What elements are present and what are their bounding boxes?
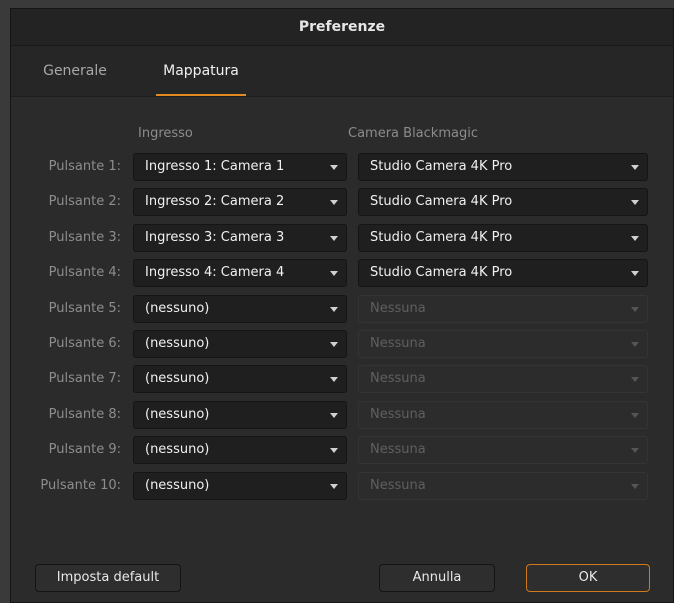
camera-select[interactable]: Studio Camera 4K Pro [358,224,648,252]
chevron-down-icon [631,271,639,276]
mapping-row: Pulsante 4: Ingresso 4: Camera 4 Studio Ca… [11,259,674,287]
input-select[interactable]: Ingresso 4: Camera 4 [133,259,347,287]
preferences-dialog: Preferenze Generale Mappatura Ingresso C… [10,8,674,603]
camera-select: Nessuna [358,472,648,500]
chevron-down-icon [330,484,338,489]
mapping-row: Pulsante 2: Ingresso 2: Camera 2 Studio Ca… [11,188,674,216]
button-label: Pulsante 6: [48,336,121,351]
tab-generale[interactable]: Generale [35,46,115,96]
mapping-row: Pulsante 9: (nessuno) Nessuna [11,436,674,464]
chevron-down-icon [330,377,338,382]
input-select[interactable]: Ingresso 2: Camera 2 [133,188,347,216]
chevron-down-icon [330,271,338,276]
chevron-down-icon [330,413,338,418]
input-select[interactable]: Ingresso 3: Camera 3 [133,224,347,252]
mapping-row: Pulsante 1: Ingresso 1: Camera 1 Studio Ca… [11,153,674,181]
input-select[interactable]: (nessuno) [133,365,347,393]
mapping-row: Pulsante 7: (nessuno) Nessuna [11,365,674,393]
camera-select-value: Nessuna [370,336,426,351]
chevron-down-icon [330,307,338,312]
input-select-value: (nessuno) [145,478,210,493]
input-select[interactable]: (nessuno) [133,401,347,429]
chevron-down-icon [631,200,639,205]
mapping-row: Pulsante 6: (nessuno) Nessuna [11,330,674,358]
input-select-value: (nessuno) [145,371,210,386]
button-label: Pulsante 2: [48,194,121,209]
chevron-down-icon [631,165,639,170]
camera-select: Nessuna [358,365,648,393]
input-select-value: (nessuno) [145,336,210,351]
ok-button[interactable]: OK [526,564,650,592]
mapping-row: Pulsante 5: (nessuno) Nessuna [11,295,674,323]
set-default-button[interactable]: Imposta default [35,564,181,592]
tab-bar: Generale Mappatura [11,46,673,97]
button-label: Pulsante 7: [48,371,121,386]
camera-select-value: Studio Camera 4K Pro [370,230,513,245]
cancel-button[interactable]: Annulla [379,564,495,592]
active-tab-indicator [156,94,246,96]
chevron-down-icon [631,307,639,312]
input-select-value: (nessuno) [145,407,210,422]
column-header-camera: Camera Blackmagic [348,126,478,141]
input-select[interactable]: (nessuno) [133,472,347,500]
input-select-value: Ingresso 1: Camera 1 [145,159,285,174]
chevron-down-icon [330,236,338,241]
input-select-value: Ingresso 4: Camera 4 [145,265,285,280]
chevron-down-icon [330,200,338,205]
camera-select[interactable]: Studio Camera 4K Pro [358,188,648,216]
input-select-value: Ingresso 3: Camera 3 [145,230,285,245]
dialog-title: Preferenze [11,9,673,46]
button-label: Pulsante 9: [48,442,121,457]
input-select-value: (nessuno) [145,442,210,457]
camera-select-value: Studio Camera 4K Pro [370,194,513,209]
tab-mappatura[interactable]: Mappatura [156,46,246,96]
camera-select: Nessuna [358,401,648,429]
camera-select-value: Nessuna [370,442,426,457]
camera-select[interactable]: Studio Camera 4K Pro [358,259,648,287]
mapping-row: Pulsante 3: Ingresso 3: Camera 3 Studio Ca… [11,224,674,252]
button-label: Pulsante 10: [40,478,121,493]
mapping-row: Pulsante 8: (nessuno) Nessuna [11,401,674,429]
button-label: Pulsante 1: [48,159,121,174]
input-select[interactable]: (nessuno) [133,436,347,464]
tab-mappatura-label: Mappatura [163,63,239,79]
input-select[interactable]: Ingresso 1: Camera 1 [133,153,347,181]
camera-select-value: Studio Camera 4K Pro [370,265,513,280]
chevron-down-icon [631,236,639,241]
button-label: Pulsante 5: [48,301,121,316]
chevron-down-icon [631,448,639,453]
camera-select-value: Nessuna [370,407,426,422]
mapping-row: Pulsante 10: (nessuno) Nessuna [11,472,674,500]
camera-select: Nessuna [358,330,648,358]
input-select[interactable]: (nessuno) [133,330,347,358]
chevron-down-icon [631,377,639,382]
column-header-input: Ingresso [138,126,193,141]
chevron-down-icon [330,448,338,453]
button-label: Pulsante 3: [48,230,121,245]
button-label: Pulsante 4: [48,265,121,280]
camera-select-value: Nessuna [370,478,426,493]
camera-select-value: Nessuna [370,371,426,386]
chevron-down-icon [330,342,338,347]
camera-select: Nessuna [358,436,648,464]
camera-select-value: Studio Camera 4K Pro [370,159,513,174]
input-select[interactable]: (nessuno) [133,295,347,323]
chevron-down-icon [631,413,639,418]
button-label: Pulsante 8: [48,407,121,422]
camera-select[interactable]: Studio Camera 4K Pro [358,153,648,181]
chevron-down-icon [631,342,639,347]
camera-select: Nessuna [358,295,648,323]
chevron-down-icon [330,165,338,170]
chevron-down-icon [631,484,639,489]
camera-select-value: Nessuna [370,301,426,316]
input-select-value: (nessuno) [145,301,210,316]
input-select-value: Ingresso 2: Camera 2 [145,194,285,209]
